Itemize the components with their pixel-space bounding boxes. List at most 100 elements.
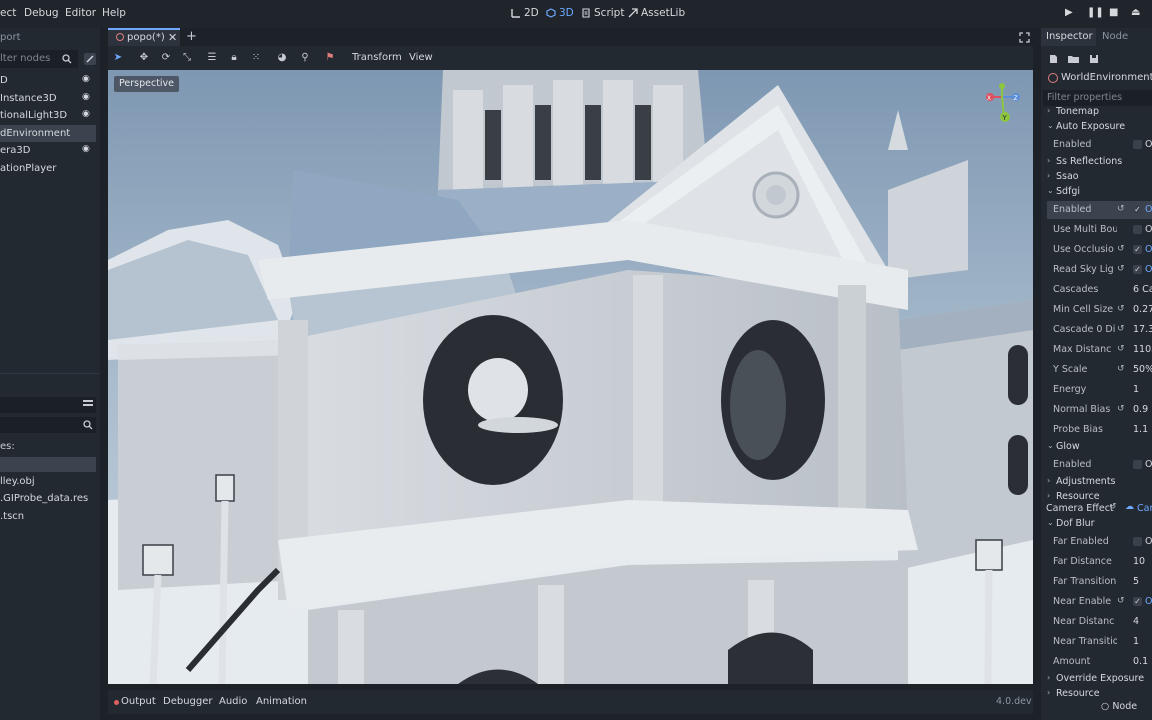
scene-node-row[interactable]: D ◉ xyxy=(0,72,96,89)
file-item[interactable]: .GIProbe_data.res xyxy=(0,493,88,504)
section-header[interactable]: › Tonemap xyxy=(1047,106,1152,121)
visibility-eye-icon[interactable]: ◉ xyxy=(82,144,92,154)
checkbox-checked-icon[interactable]: ✓ xyxy=(1133,597,1142,606)
property-value[interactable]: On xyxy=(1145,244,1152,255)
camera-override-icon[interactable]: ⚑ xyxy=(324,52,336,64)
checkbox-unchecked-icon[interactable] xyxy=(1133,225,1142,234)
section-header[interactable]: ⌄ Dof Blur xyxy=(1047,518,1152,533)
list-tool-icon[interactable]: ☰ xyxy=(206,52,218,64)
tab-inspector[interactable]: Inspector xyxy=(1041,28,1096,46)
tab-animation[interactable]: Animation xyxy=(256,696,307,707)
view-gizmo[interactable]: X Z Y xyxy=(978,82,1032,128)
group-icon[interactable]: ⁙ xyxy=(250,52,262,64)
section-header[interactable]: › Override Exposure xyxy=(1047,673,1152,688)
property-value[interactable]: 0.1 xyxy=(1133,656,1148,667)
menu-project[interactable]: ect xyxy=(0,7,16,19)
property-value[interactable]: 50% xyxy=(1133,364,1152,375)
snap-icon[interactable]: ⚲ xyxy=(299,52,311,64)
property-value[interactable]: 17.3 xyxy=(1133,324,1152,335)
stop-icon[interactable]: ■ xyxy=(1109,7,1118,18)
visibility-eye-icon[interactable]: ◉ xyxy=(82,109,92,119)
play-icon[interactable]: ▶ xyxy=(1065,7,1073,18)
selected-folder-row[interactable] xyxy=(0,457,96,472)
checkbox-checked-icon[interactable]: ✓ xyxy=(1133,205,1142,214)
revert-icon[interactable]: ↺ xyxy=(1117,596,1125,606)
property-value[interactable]: On xyxy=(1145,204,1152,215)
tab-import[interactable]: port xyxy=(0,32,21,43)
filesystem-filter-input[interactable] xyxy=(0,417,96,433)
scene-node-row[interactable]: Instance3D ◉ xyxy=(0,90,96,107)
local-space-icon[interactable]: ◕ xyxy=(276,52,288,64)
revert-icon[interactable]: ↺ xyxy=(1117,264,1125,274)
perspective-menu[interactable]: Perspective xyxy=(114,76,180,92)
property-value[interactable]: 0.9 xyxy=(1133,404,1148,415)
file-item[interactable]: .tscn xyxy=(0,511,24,522)
checkbox-unchecked-icon[interactable] xyxy=(1133,537,1142,546)
section-header[interactable]: ⌄ Sdfgi xyxy=(1047,186,1152,201)
property-value[interactable]: 1105 xyxy=(1133,344,1152,355)
scene-node-row[interactable]: dEnvironment xyxy=(0,124,96,142)
property-value[interactable]: On xyxy=(1145,459,1152,470)
camera-effects-row[interactable]: Camera Effect ↺ ☁ Car xyxy=(1041,500,1152,518)
property-value[interactable]: 1 xyxy=(1133,636,1139,647)
revert-icon[interactable]: ↺ xyxy=(1117,244,1125,254)
distraction-free-icon[interactable] xyxy=(1019,32,1030,43)
checkbox-checked-icon[interactable]: ✓ xyxy=(1133,245,1142,254)
tab-output[interactable]: Output xyxy=(121,696,156,707)
property-value[interactable]: On xyxy=(1145,139,1152,150)
mode-assetlib-button[interactable]: AssetLib xyxy=(628,7,685,19)
property-value[interactable]: On xyxy=(1145,536,1152,547)
section-header[interactable]: › Ssao xyxy=(1047,171,1152,186)
scene-node-row[interactable]: ationPlayer xyxy=(0,160,96,177)
property-value[interactable]: 6 Cas xyxy=(1133,284,1152,295)
mode-script-button[interactable]: Script xyxy=(581,7,624,19)
view-menu[interactable]: View xyxy=(409,52,433,63)
checkbox-unchecked-icon[interactable] xyxy=(1133,460,1142,469)
property-value[interactable]: On xyxy=(1145,596,1152,607)
property-value[interactable]: 0.27 xyxy=(1133,304,1152,315)
property-value[interactable]: 5 xyxy=(1133,576,1139,587)
property-value[interactable]: 10 xyxy=(1133,556,1145,567)
tab-debugger[interactable]: Debugger xyxy=(163,696,213,707)
property-value[interactable]: 4 xyxy=(1133,616,1139,627)
revert-icon[interactable]: ↺ xyxy=(1117,344,1125,354)
tab-node[interactable]: Node xyxy=(1102,31,1128,42)
section-header[interactable]: ⌄ Glow xyxy=(1047,441,1152,456)
filter-properties-input[interactable]: Filter properties xyxy=(1043,90,1152,106)
revert-icon[interactable]: ↺ xyxy=(1117,364,1125,374)
scene-node-row[interactable]: tionalLight3D ◉ xyxy=(0,107,96,124)
rotate-tool-icon[interactable]: ⟳ xyxy=(160,52,172,64)
checkbox-unchecked-icon[interactable] xyxy=(1133,140,1142,149)
visibility-eye-icon[interactable]: ◉ xyxy=(82,92,92,102)
revert-icon[interactable]: ↺ xyxy=(1117,204,1125,214)
file-item[interactable]: lley.obj xyxy=(0,476,35,487)
mode-3d-button[interactable]: 3D xyxy=(546,7,574,19)
open-folder-icon[interactable] xyxy=(1068,54,1079,64)
node-footer[interactable]: ○ Node xyxy=(1101,701,1137,712)
camera-effects-value[interactable]: Car xyxy=(1137,503,1152,514)
select-tool-icon[interactable]: ➤ xyxy=(112,52,124,64)
menu-debug[interactable]: Debug xyxy=(24,7,59,19)
close-icon[interactable]: ✕ xyxy=(168,31,177,44)
revert-icon[interactable]: ↺ xyxy=(1117,324,1125,334)
menu-editor[interactable]: Editor xyxy=(65,7,96,19)
new-resource-icon[interactable] xyxy=(1048,54,1058,64)
pause-icon[interactable]: ❚❚ xyxy=(1087,7,1104,18)
revert-icon[interactable]: ↺ xyxy=(1117,304,1125,314)
lock-icon[interactable]: 🔒︎ xyxy=(228,52,240,64)
mode-2d-button[interactable]: 2D xyxy=(511,7,539,19)
tab-audio[interactable]: Audio xyxy=(219,696,247,707)
split-view-icon[interactable] xyxy=(82,398,94,410)
property-value[interactable]: 1.1 xyxy=(1133,424,1148,435)
script-attach-icon[interactable] xyxy=(84,53,96,65)
revert-icon[interactable]: ↺ xyxy=(1109,502,1117,512)
checkbox-checked-icon[interactable]: ✓ xyxy=(1133,265,1142,274)
section-header[interactable]: ⌄ Auto Exposure xyxy=(1047,121,1152,136)
property-value[interactable]: On xyxy=(1145,224,1152,235)
3d-viewport[interactable]: Perspective X Z Y xyxy=(108,70,1033,684)
property-value[interactable]: On xyxy=(1145,264,1152,275)
movie-icon[interactable]: ⏏ xyxy=(1131,7,1140,18)
section-header[interactable]: › Ss Reflections xyxy=(1047,156,1152,171)
scale-tool-icon[interactable]: ⤡ xyxy=(181,52,193,64)
revert-icon[interactable]: ↺ xyxy=(1117,404,1125,414)
